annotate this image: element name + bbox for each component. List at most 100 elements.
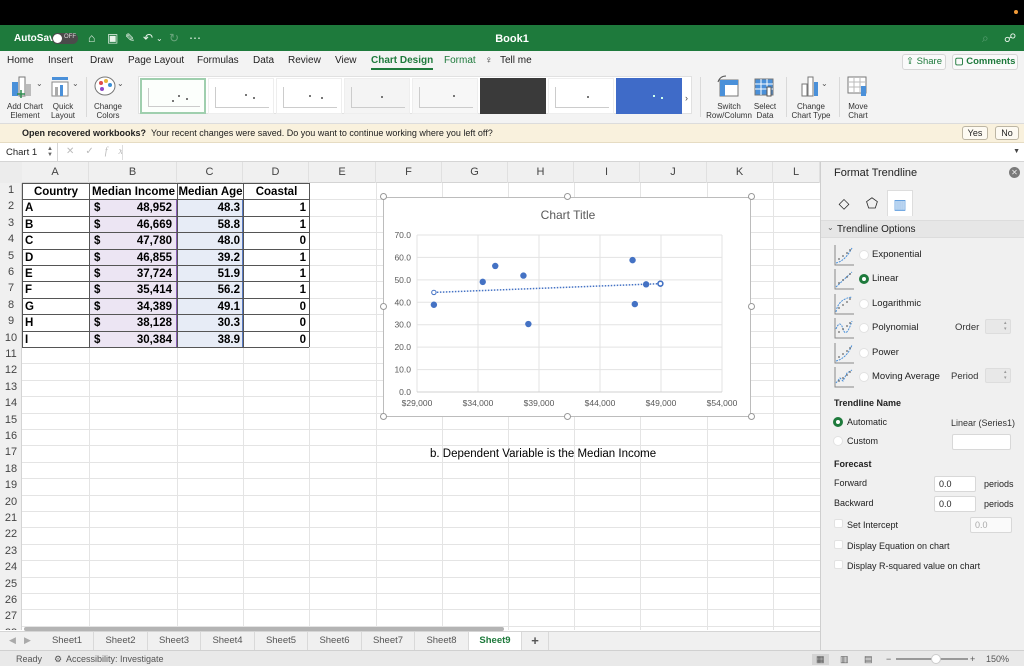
page-layout-view-icon[interactable]: ▥ [840, 654, 849, 665]
sheet-tab-sheet2[interactable]: Sheet2 [95, 632, 148, 651]
period-spinner[interactable] [985, 368, 1011, 383]
sheet-tab-sheet9[interactable]: Sheet9 [469, 632, 522, 651]
row-header-12[interactable]: 12 [0, 364, 22, 376]
coastal-cell[interactable]: 1 [244, 200, 306, 216]
row-header-26[interactable]: 26 [0, 594, 22, 606]
age-cell[interactable]: 51.9 [178, 266, 240, 282]
row-header-7[interactable]: 7 [0, 282, 22, 294]
scatter-chart[interactable]: Chart Title 0.0 10.0 20.0 30.0 40.0 50.0 60.0 70… [383, 197, 751, 417]
custom-name-input[interactable] [952, 434, 1011, 450]
chart-resize-handle-t[interactable] [564, 193, 571, 200]
column-header-j[interactable]: J [640, 162, 707, 183]
currency-cell[interactable]: $ [94, 233, 108, 249]
country-cell[interactable]: I [25, 332, 85, 348]
tab-view[interactable]: View [335, 55, 357, 66]
row-header-27[interactable]: 27 [0, 610, 22, 622]
select-all-corner[interactable] [0, 162, 22, 183]
trendline-option-linear[interactable]: Linear [833, 268, 1023, 290]
row-header-2[interactable]: 2 [0, 200, 22, 212]
data-point[interactable] [520, 272, 527, 279]
row-header-10[interactable]: 10 [0, 332, 22, 344]
linear-radio[interactable] [859, 274, 869, 285]
chart-style-5[interactable] [412, 78, 478, 114]
order-spinner[interactable] [985, 319, 1011, 335]
tell-me-search[interactable]: Tell me [500, 55, 532, 66]
zoom-out-button[interactable]: − [886, 654, 891, 664]
row-header-16[interactable]: 16 [0, 430, 22, 442]
cancel-icon[interactable]: ✕ [66, 146, 85, 157]
row-header-11[interactable]: 11 [0, 348, 22, 360]
chart-style-2[interactable] [208, 78, 274, 114]
age-cell[interactable]: 38.9 [178, 332, 240, 348]
accessibility-status[interactable]: Accessibility: Investigate [66, 654, 164, 664]
trendline-options-section[interactable]: ⌄ Trendline Options [821, 220, 1024, 238]
fill-line-tab-icon[interactable]: ◇ [831, 190, 857, 216]
sheet-tab-sheet3[interactable]: Sheet3 [148, 632, 201, 651]
chart-resize-handle-l[interactable] [380, 303, 387, 310]
data-point[interactable] [525, 320, 532, 328]
chart-style-8[interactable] [616, 78, 682, 114]
currency-cell[interactable]: $ [94, 315, 108, 331]
header-cell[interactable]: Median Age [178, 184, 243, 200]
data-point[interactable] [629, 256, 636, 264]
formula-expand-icon[interactable]: ▼ [1013, 148, 1020, 155]
change-colors-button[interactable]: ⌄ Change Colors [91, 74, 125, 120]
column-header-i[interactable]: I [574, 162, 640, 183]
chart-style-4[interactable] [344, 78, 410, 114]
row-header-28[interactable]: 28 [0, 627, 22, 630]
tab-review[interactable]: Review [288, 55, 321, 66]
sheet-tab-sheet8[interactable]: Sheet8 [416, 632, 469, 651]
currency-cell[interactable]: $ [94, 250, 108, 266]
select-data-button[interactable]: Select Data [752, 74, 778, 120]
row-header-18[interactable]: 18 [0, 463, 22, 475]
currency-cell[interactable]: $ [94, 217, 108, 233]
power-radio[interactable] [859, 347, 869, 358]
income-cell[interactable]: 47,780 [110, 233, 172, 249]
intercept-input[interactable]: 0.0 [970, 517, 1012, 533]
coastal-cell[interactable]: 0 [244, 315, 306, 331]
currency-cell[interactable]: $ [94, 299, 108, 315]
name-box[interactable]: Chart 1 ▲ ▼ [0, 143, 58, 162]
row-header-22[interactable]: 22 [0, 528, 22, 540]
row-header-25[interactable]: 25 [0, 578, 22, 590]
trendline[interactable] [433, 282, 661, 294]
currency-cell[interactable]: $ [94, 266, 108, 282]
display-equation-checkbox[interactable] [834, 540, 843, 549]
column-header-b[interactable]: B [89, 162, 177, 183]
row-header-21[interactable]: 21 [0, 512, 22, 524]
coastal-cell[interactable]: 0 [244, 332, 306, 348]
country-cell[interactable]: H [25, 315, 85, 331]
change-chart-type-button[interactable]: ⌄ Change Chart Type [790, 74, 832, 120]
chart-style-6[interactable] [480, 78, 546, 114]
column-header-e[interactable]: E [309, 162, 376, 183]
row-header-4[interactable]: 4 [0, 233, 22, 245]
move-chart-button[interactable]: Move Chart [844, 74, 872, 120]
trendline-option-polynomial[interactable]: Polynomial Order [833, 317, 1023, 339]
sheet-tab-sheet6[interactable]: Sheet6 [309, 632, 362, 651]
page-break-view-icon[interactable]: ▤ [864, 654, 873, 665]
comments-button[interactable]: ▢ Comments [952, 54, 1018, 70]
set-intercept-checkbox[interactable] [834, 519, 843, 528]
sheet-tab-sheet1[interactable]: Sheet1 [41, 632, 94, 651]
forward-input[interactable]: 0.0 [934, 476, 976, 492]
column-header-a[interactable]: A [22, 162, 89, 183]
country-cell[interactable]: E [25, 266, 85, 282]
row-header-19[interactable]: 19 [0, 479, 22, 491]
column-header-d[interactable]: D [243, 162, 309, 183]
exponential-radio[interactable] [859, 250, 869, 260]
data-point[interactable] [631, 300, 639, 308]
tab-draw[interactable]: Draw [90, 55, 113, 66]
currency-cell[interactable]: $ [94, 332, 108, 348]
gallery-next-arrow[interactable]: › [685, 93, 688, 103]
row-header-14[interactable]: 14 [0, 397, 22, 409]
country-cell[interactable]: G [25, 299, 85, 315]
country-cell[interactable]: B [25, 217, 85, 233]
polynomial-radio[interactable] [859, 323, 869, 334]
zoom-slider-knob[interactable] [930, 654, 941, 664]
add-chart-element-button[interactable]: ⌄ Add Chart Element [4, 74, 46, 120]
country-cell[interactable]: F [25, 282, 85, 298]
prev-sheet-icon[interactable]: ◀ [9, 635, 16, 646]
tab-page-layout[interactable]: Page Layout [128, 55, 184, 66]
coastal-cell[interactable]: 0 [244, 299, 306, 315]
tab-home[interactable]: Home [7, 55, 34, 66]
